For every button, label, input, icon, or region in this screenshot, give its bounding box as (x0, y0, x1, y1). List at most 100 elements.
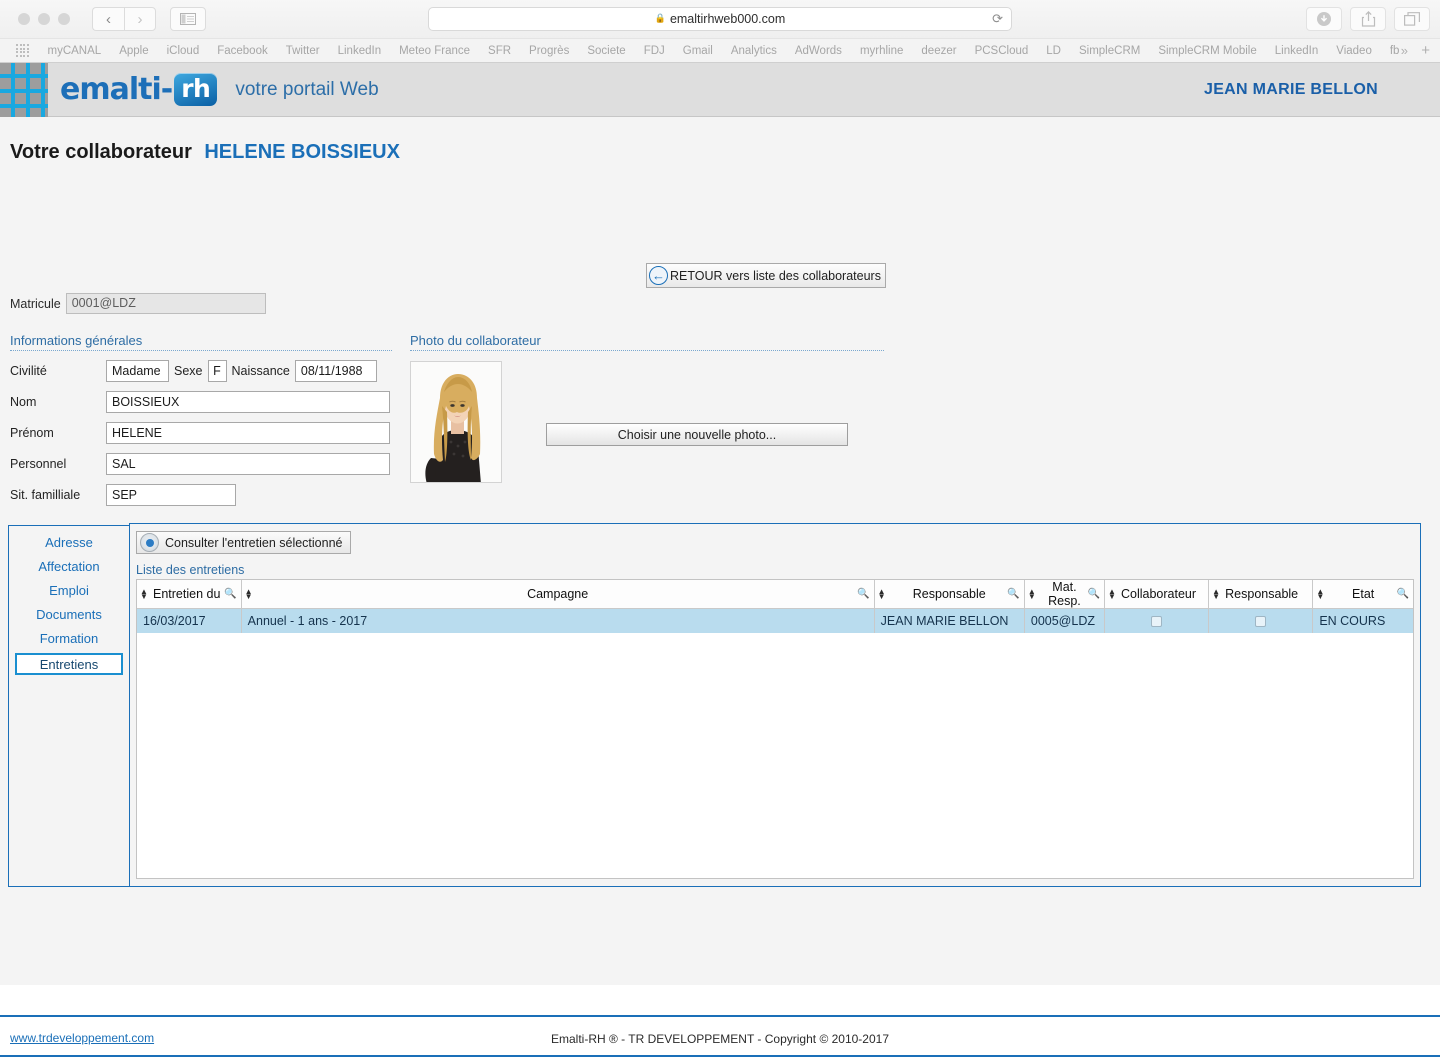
personnel-label: Personnel (10, 457, 67, 471)
bookmark-item[interactable]: Gmail (674, 45, 722, 57)
col-header-responsable-check[interactable]: ▲ ▼ Responsable (1208, 580, 1314, 609)
checkbox-responsable[interactable] (1255, 615, 1267, 627)
situation-input[interactable]: SEP (106, 484, 236, 506)
bookmark-item[interactable]: myrhline (851, 45, 912, 57)
sidebar-toggle-button[interactable] (170, 7, 206, 31)
app-logo[interactable]: emalti- rh (0, 62, 218, 117)
civilite-row: Civilité Madame Sexe F Naissance 08/11/1… (10, 360, 392, 382)
bookmark-item[interactable]: Progrès (520, 45, 578, 57)
col-header-label: Collaborateur (1121, 587, 1197, 601)
naissance-input[interactable]: 08/11/1988 (294, 360, 377, 382)
prenom-label: Prénom (10, 426, 54, 440)
back-button[interactable]: ‹ (92, 7, 124, 31)
close-window-button[interactable] (18, 13, 30, 25)
bookmark-item[interactable]: Analytics (722, 45, 786, 57)
sort-arrows-icon[interactable]: ▲ ▼ (1108, 588, 1116, 601)
cell-campagne: Annuel - 1 ans - 2017 (241, 608, 875, 633)
nom-input[interactable]: BOISSIEUX (106, 391, 390, 413)
sort-arrows-icon[interactable]: ▲ ▼ (878, 588, 886, 601)
bookmark-item[interactable]: deezer (912, 45, 965, 57)
window-traffic-lights[interactable] (18, 13, 70, 25)
col-header-label: Etat (1352, 587, 1375, 601)
magnifier-icon[interactable]: 🔍 (1397, 589, 1409, 600)
bookmark-item[interactable]: FDJ (635, 45, 674, 57)
table-row[interactable]: 16/03/2017 Annuel - 1 ans - 2017 JEAN MA… (137, 608, 1413, 633)
bookmark-item[interactable]: SimpleCRM (1070, 45, 1149, 57)
col-header-mat-resp[interactable]: ▲ ▼ Mat. Resp. 🔍 (1024, 580, 1106, 609)
magnifier-icon[interactable]: 🔍 (1088, 589, 1100, 600)
bookmarks-overflow-icon[interactable]: » (1401, 43, 1408, 58)
downloads-button[interactable] (1306, 7, 1342, 31)
col-header-collaborateur[interactable]: ▲ ▼ Collaborateur (1104, 580, 1210, 609)
chevron-left-icon: ‹ (106, 10, 111, 28)
tab-adresse[interactable]: Adresse (9, 533, 129, 553)
download-icon (1317, 12, 1331, 26)
prenom-input[interactable]: HELENE (106, 422, 390, 444)
share-button[interactable] (1350, 7, 1386, 31)
back-to-list-button[interactable]: ← RETOUR vers liste des collaborateurs (646, 263, 886, 288)
sidebar-toggle-icon (180, 13, 196, 25)
minimize-window-button[interactable] (38, 13, 50, 25)
address-bar[interactable]: 🔒 emaltirhweb000.com ⟳ (428, 7, 1012, 31)
add-bookmark-icon[interactable]: + (1421, 42, 1430, 59)
col-header-campagne[interactable]: ▲ ▼ Campagne 🔍 (241, 580, 875, 609)
cell-responsable-checkbox[interactable] (1208, 608, 1314, 633)
tab-formation[interactable]: Formation (9, 629, 129, 649)
col-header-responsable[interactable]: ▲ ▼ Responsable 🔍 (874, 580, 1025, 609)
footer-copyright: Emalti-RH ® - TR DEVELOPPEMENT - Copyrig… (550, 1032, 889, 1046)
bookmark-item[interactable]: LinkedIn (329, 45, 390, 57)
maximize-window-button[interactable] (58, 13, 70, 25)
sort-arrows-icon[interactable]: ▲ ▼ (1212, 588, 1220, 601)
table-header-row: ▲ ▼ Entretien du 🔍 ▲ ▼ Campagne 🔍 ▲ ▼ Respo… (137, 580, 1413, 609)
sort-arrows-icon[interactable]: ▲ ▼ (245, 588, 253, 601)
bookmark-item[interactable]: Viadeo (1327, 45, 1381, 57)
cell-entretien-du: 16/03/2017 (137, 608, 242, 633)
magnifier-icon[interactable]: 🔍 (224, 589, 236, 600)
col-header-etat[interactable]: ▲ ▼ Etat 🔍 (1312, 580, 1413, 609)
checkbox-collaborateur[interactable] (1151, 615, 1163, 627)
tab-entretiens[interactable]: Entretiens (15, 653, 123, 675)
choose-photo-button[interactable]: Choisir une nouvelle photo... (546, 423, 848, 446)
bookmark-item[interactable]: myCANAL (39, 45, 111, 57)
prenom-row: Prénom HELENE (10, 422, 392, 444)
address-bar-url: emaltirhweb000.com (669, 12, 786, 26)
bookmark-item[interactable]: Societe (578, 45, 634, 57)
tab-overview-icon (1404, 12, 1420, 26)
tab-overview-button[interactable] (1394, 7, 1430, 31)
bookmark-item[interactable]: PCSCloud (966, 45, 1038, 57)
tab-affectation[interactable]: Affectation (9, 557, 129, 577)
consult-entretien-button[interactable]: Consulter l'entretien sélectionné (136, 531, 351, 554)
sexe-input[interactable]: F (207, 360, 227, 382)
bookmark-item[interactable]: LD (1037, 45, 1070, 57)
reload-icon[interactable]: ⟳ (992, 11, 1003, 27)
col-header-entretien-du[interactable]: ▲ ▼ Entretien du 🔍 (137, 580, 242, 609)
bookmark-item[interactable]: Facebook (208, 45, 277, 57)
civilite-input[interactable]: Madame (106, 360, 169, 382)
app-logo-badge: rh (174, 73, 218, 106)
bookmark-item[interactable]: Apple (110, 45, 157, 57)
bookmark-item[interactable]: Meteo France (390, 45, 479, 57)
photo-row: Choisir une nouvelle photo... (410, 361, 884, 483)
bookmark-item[interactable]: AdWords (786, 45, 851, 57)
cell-collaborateur-checkbox[interactable] (1104, 608, 1210, 633)
bookmark-item[interactable]: LinkedIn (1266, 45, 1327, 57)
cell-mat-resp: 0005@LDZ (1024, 608, 1106, 633)
bookmark-item[interactable]: Twitter (277, 45, 329, 57)
tab-emploi[interactable]: Emploi (9, 581, 129, 601)
apps-grid-icon[interactable] (16, 44, 29, 57)
magnifier-icon[interactable]: 🔍 (857, 589, 869, 600)
magnifier-icon[interactable]: 🔍 (1007, 589, 1019, 600)
bookmark-item[interactable]: SimpleCRM Mobile (1149, 45, 1265, 57)
page-title-collaborator: HELENE BOISSIEUX (204, 141, 400, 163)
entretiens-panel: Consulter l'entretien sélectionné Liste … (129, 523, 1421, 887)
bookmark-item[interactable]: iCloud (158, 45, 209, 57)
tab-documents[interactable]: Documents (9, 605, 129, 625)
personnel-input[interactable]: SAL (106, 453, 390, 475)
sort-arrows-icon[interactable]: ▲ ▼ (1316, 588, 1324, 601)
forward-button[interactable]: › (124, 7, 156, 31)
bookmark-item[interactable]: SFR (479, 45, 520, 57)
page-title-prefix: Votre collaborateur (10, 141, 192, 163)
sort-arrows-icon[interactable]: ▲ ▼ (140, 588, 148, 601)
matricule-input[interactable]: 0001@LDZ (65, 293, 266, 314)
sort-arrows-icon[interactable]: ▲ ▼ (1028, 588, 1036, 601)
